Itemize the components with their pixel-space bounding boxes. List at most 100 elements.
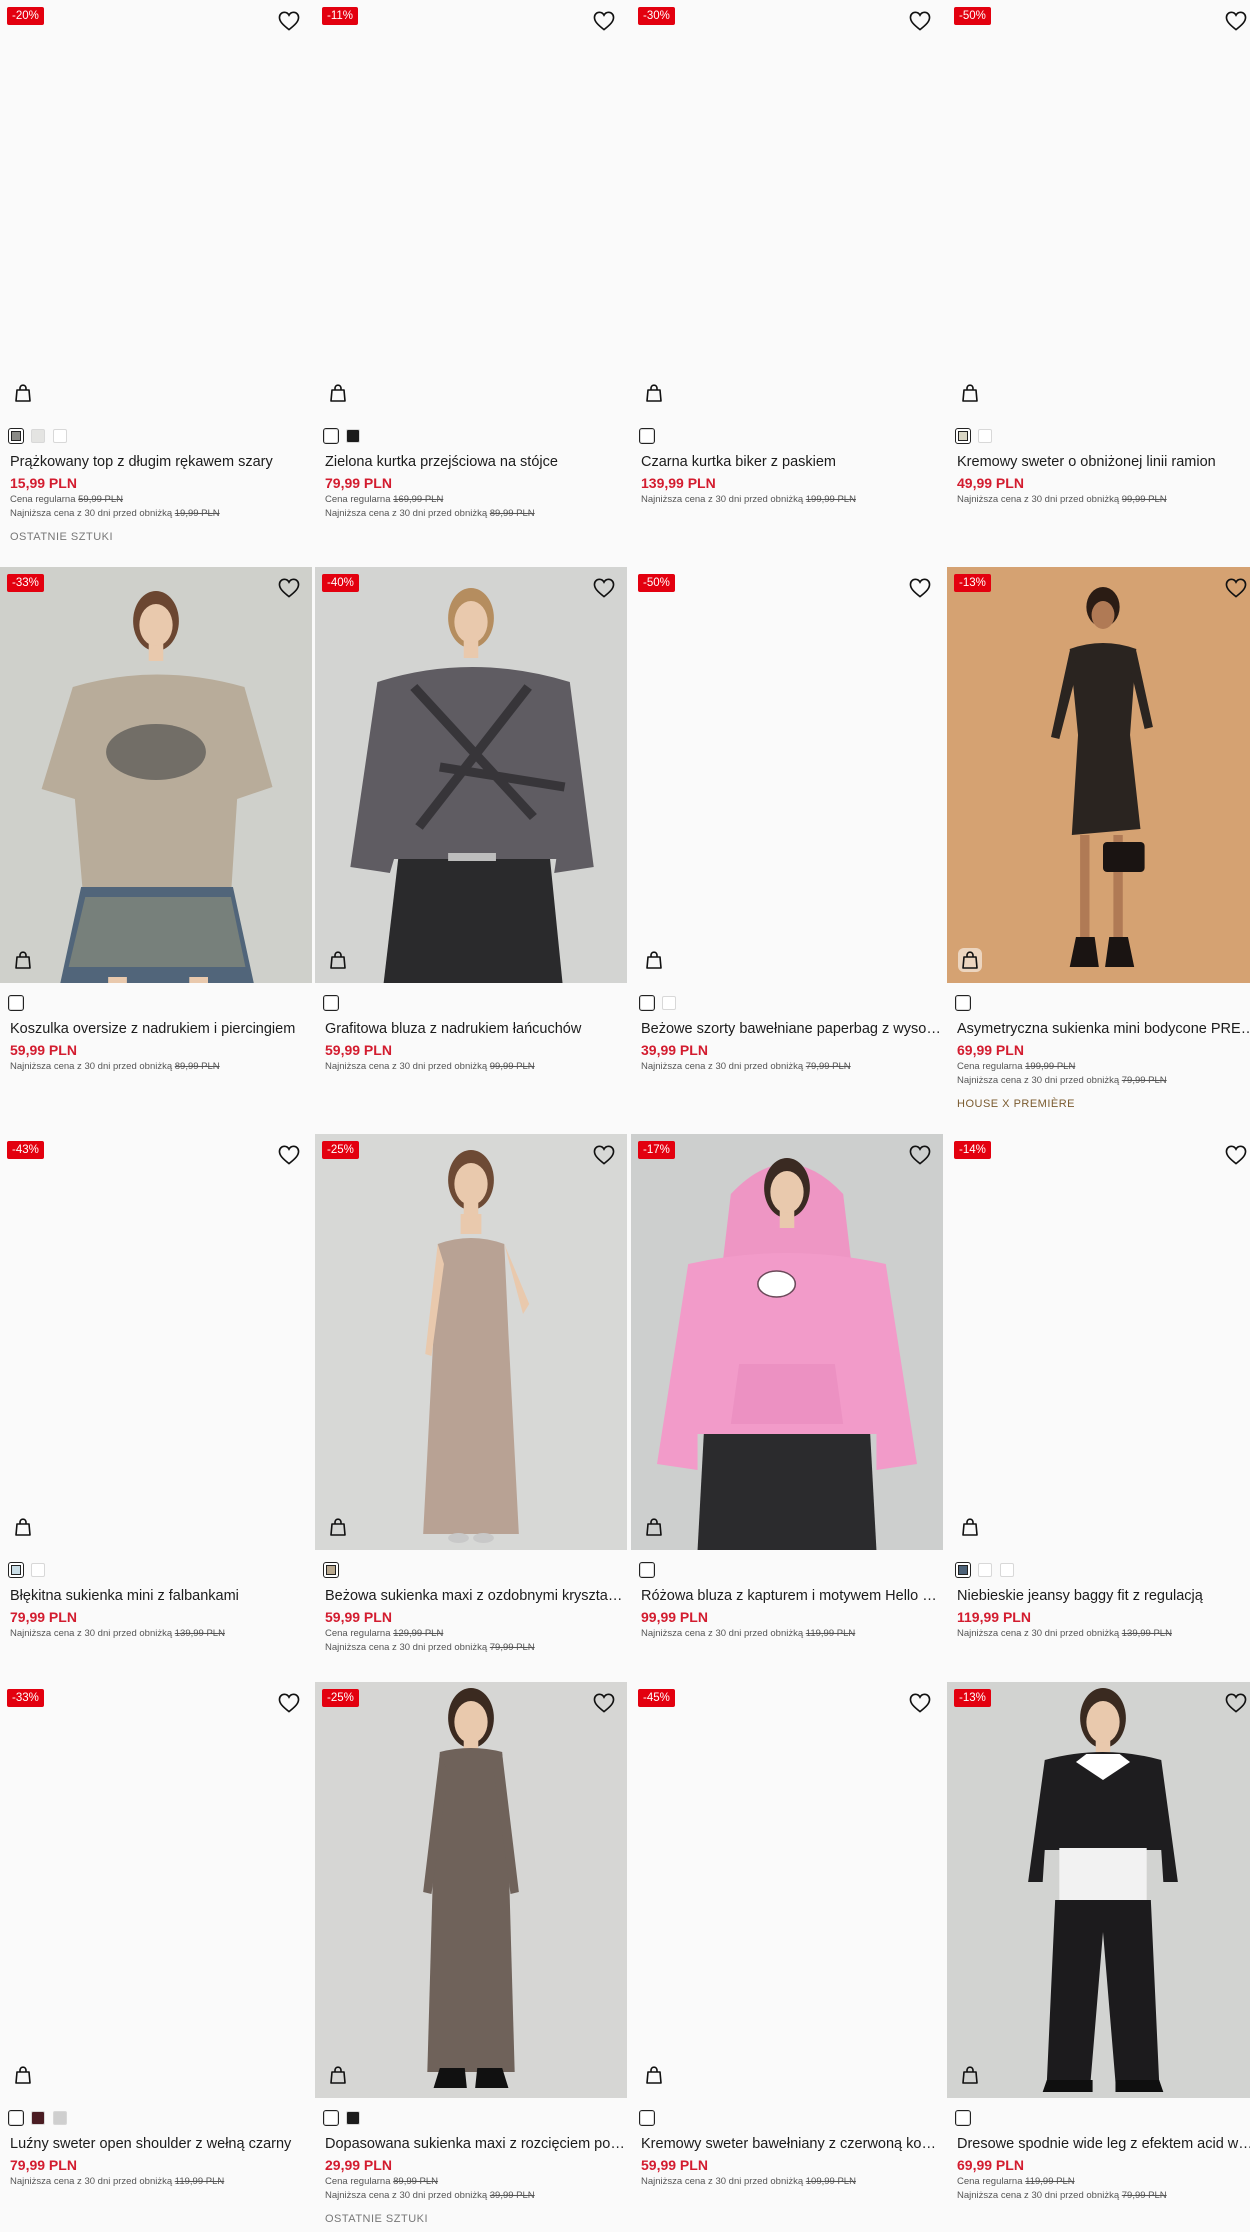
heart-outline-icon[interactable] (1225, 11, 1247, 33)
shopping-bag-icon[interactable] (642, 2063, 666, 2087)
product-name[interactable]: Kremowy sweter bawełniany z czerwoną kok… (641, 2135, 941, 2153)
product-photo[interactable] (947, 567, 1250, 983)
product-name[interactable]: Prążkowany top z długim rękawem szary (10, 453, 310, 471)
product-card[interactable]: -17% Różowa bluza z kapturem i motywem H… (631, 1134, 943, 1640)
color-swatch[interactable] (8, 2110, 24, 2126)
heart-outline-icon[interactable] (909, 11, 931, 33)
shopping-bag-icon[interactable] (958, 2063, 982, 2087)
product-photo[interactable] (315, 567, 627, 983)
heart-outline-icon[interactable] (593, 578, 615, 600)
shopping-bag-icon[interactable] (326, 2063, 350, 2087)
heart-outline-icon[interactable] (278, 578, 300, 600)
product-image[interactable]: -50% (947, 0, 1250, 416)
color-swatch[interactable] (955, 428, 971, 444)
product-name[interactable]: Luźny sweter open shoulder z wełną czarn… (10, 2135, 310, 2153)
heart-outline-icon[interactable] (1225, 1145, 1247, 1167)
product-card[interactable]: -40% Grafitowa bluza z nadrukiem łańcuch… (315, 567, 627, 1073)
product-card[interactable]: -33% Koszulka oversize z nadrukiem i pie… (0, 567, 312, 1073)
product-name[interactable]: Kremowy sweter o obniżonej linii ramion (957, 453, 1250, 471)
shopping-bag-icon[interactable] (326, 381, 350, 405)
shopping-bag-icon[interactable] (11, 381, 35, 405)
heart-outline-icon[interactable] (1225, 1693, 1247, 1715)
heart-outline-icon[interactable] (278, 1693, 300, 1715)
shopping-bag-icon[interactable] (11, 2063, 35, 2087)
product-name[interactable]: Czarna kurtka biker z paskiem (641, 453, 941, 471)
product-name[interactable]: Niebieskie jeansy baggy fit z regulacją (957, 1587, 1250, 1605)
product-name[interactable]: Zielona kurtka przejściowa na stójce (325, 453, 625, 471)
color-swatch[interactable] (8, 428, 24, 444)
color-swatch[interactable] (53, 2111, 67, 2125)
product-image[interactable]: -14% (947, 1134, 1250, 1550)
shopping-bag-icon[interactable] (958, 1515, 982, 1539)
product-card[interactable]: -30% Czarna kurtka biker z paskiem 139,9… (631, 0, 943, 506)
product-name[interactable]: Różowa bluza z kapturem i motywem Hello … (641, 1587, 941, 1605)
product-card[interactable]: -11% Zielona kurtka przejściowa na stójc… (315, 0, 627, 520)
heart-outline-icon[interactable] (1225, 578, 1247, 600)
shopping-bag-icon[interactable] (642, 1515, 666, 1539)
color-swatch[interactable] (53, 429, 67, 443)
color-swatch[interactable] (346, 429, 360, 443)
product-name[interactable]: Asymetryczna sukienka mini bodycone PREM… (957, 1020, 1250, 1038)
color-swatch[interactable] (323, 2110, 339, 2126)
heart-outline-icon[interactable] (593, 11, 615, 33)
product-photo[interactable] (315, 1134, 627, 1550)
heart-outline-icon[interactable] (909, 1145, 931, 1167)
color-swatch[interactable] (323, 995, 339, 1011)
color-swatch[interactable] (31, 1563, 45, 1577)
shopping-bag-icon[interactable] (326, 1515, 350, 1539)
shopping-bag-icon[interactable] (642, 948, 666, 972)
product-card[interactable]: -50% Beżowe szorty bawełniane paperbag z… (631, 567, 943, 1073)
product-card[interactable]: -43% Błękitna sukienka mini z falbankami… (0, 1134, 312, 1640)
product-card[interactable]: -14% Niebieskie jeansy baggy fit z regul… (947, 1134, 1250, 1640)
product-image[interactable]: -11% (315, 0, 627, 416)
product-image[interactable]: -40% (315, 567, 627, 983)
shopping-bag-icon[interactable] (326, 948, 350, 972)
product-card[interactable]: -13% Dresowe spodnie wide leg z efektem … (947, 1682, 1250, 2202)
product-image[interactable]: -50% (631, 567, 943, 983)
product-name[interactable]: Błękitna sukienka mini z falbankami (10, 1587, 310, 1605)
product-card[interactable]: -13% Asymetryczna sukienka mini bodycone… (947, 567, 1250, 1111)
product-image[interactable]: -43% (0, 1134, 312, 1550)
heart-outline-icon[interactable] (278, 11, 300, 33)
color-swatch[interactable] (978, 429, 992, 443)
color-swatch[interactable] (978, 1563, 992, 1577)
product-photo[interactable] (0, 567, 312, 983)
heart-outline-icon[interactable] (909, 578, 931, 600)
product-photo[interactable] (315, 1682, 627, 2098)
product-name[interactable]: Dresowe spodnie wide leg z efektem acid … (957, 2135, 1250, 2153)
shopping-bag-icon[interactable] (958, 948, 982, 972)
color-swatch[interactable] (8, 1562, 24, 1578)
product-name[interactable]: Grafitowa bluza z nadrukiem łańcuchów (325, 1020, 625, 1038)
heart-outline-icon[interactable] (593, 1145, 615, 1167)
product-image[interactable]: -33% (0, 1682, 312, 2098)
color-swatch[interactable] (955, 995, 971, 1011)
product-image[interactable]: -30% (631, 0, 943, 416)
product-card[interactable]: -50% Kremowy sweter o obniżonej linii ra… (947, 0, 1250, 506)
color-swatch[interactable] (955, 1562, 971, 1578)
color-swatch[interactable] (639, 995, 655, 1011)
color-swatch[interactable] (323, 1562, 339, 1578)
product-photo[interactable] (631, 1134, 943, 1550)
color-swatch[interactable] (323, 428, 339, 444)
shopping-bag-icon[interactable] (11, 1515, 35, 1539)
product-image[interactable]: -13% (947, 567, 1250, 983)
product-tag[interactable]: HOUSE X PREMIÈRE (957, 1097, 1250, 1111)
product-image[interactable]: -25% (315, 1682, 627, 2098)
color-swatch[interactable] (8, 995, 24, 1011)
color-swatch[interactable] (639, 428, 655, 444)
shopping-bag-icon[interactable] (642, 381, 666, 405)
product-photo[interactable] (947, 1682, 1250, 2098)
color-swatch[interactable] (31, 429, 45, 443)
product-card[interactable]: -33% Luźny sweter open shoulder z wełną … (0, 1682, 312, 2188)
heart-outline-icon[interactable] (909, 1693, 931, 1715)
shopping-bag-icon[interactable] (958, 381, 982, 405)
product-name[interactable]: Beżowa sukienka maxi z ozdobnymi kryszta… (325, 1587, 625, 1605)
product-card[interactable]: -45% Kremowy sweter bawełniany z czerwon… (631, 1682, 943, 2188)
product-image[interactable]: -17% (631, 1134, 943, 1550)
color-swatch[interactable] (1000, 1563, 1014, 1577)
product-card[interactable]: -20% Prążkowany top z długim rękawem sza… (0, 0, 312, 544)
color-swatch[interactable] (662, 996, 676, 1010)
product-image[interactable]: -20% (0, 0, 312, 416)
heart-outline-icon[interactable] (593, 1693, 615, 1715)
product-name[interactable]: Koszulka oversize z nadrukiem i piercing… (10, 1020, 310, 1038)
